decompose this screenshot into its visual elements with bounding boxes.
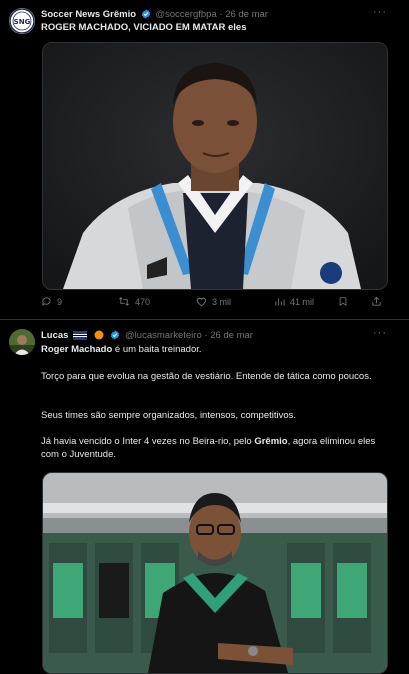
handle[interactable]: @lucasmarketeiro	[125, 330, 202, 341]
display-name[interactable]: Lucas	[41, 330, 68, 341]
view-count: 41 mil	[290, 296, 315, 307]
tweet-text: ROGER MACHADO, VICIADO EM MATAR eles	[41, 22, 247, 33]
retweet-icon	[119, 297, 129, 306]
reply-icon	[42, 297, 51, 306]
mention-roger-machado: Roger Machado	[41, 344, 113, 355]
retweet-count: 470	[135, 296, 151, 307]
retweet-button[interactable]: 470	[118, 296, 150, 307]
verified-badge-icon	[110, 330, 120, 344]
heart-icon	[196, 297, 207, 307]
separator: ·	[204, 330, 208, 341]
share-icon	[372, 296, 381, 306]
bookmark-icon	[339, 297, 347, 307]
reply-count: 9	[57, 296, 63, 307]
avatar-photo	[9, 329, 35, 355]
tweet-soccer-news-gremio[interactable]: SNG Soccer News Grêmio @soccergfbpa · 26…	[0, 0, 409, 320]
orange-circle-icon	[94, 330, 104, 344]
tweet-photo[interactable]	[42, 472, 388, 674]
avatar[interactable]	[9, 329, 35, 355]
like-button[interactable]: 3 mil	[196, 296, 231, 307]
handle[interactable]: @soccergfbpa	[155, 9, 216, 20]
avatar[interactable]: SNG	[9, 8, 35, 34]
svg-text:SNG: SNG	[14, 18, 31, 26]
tweet-text-para3: Seus times são sempre organizados, inten…	[41, 410, 297, 421]
tweet-header: Lucas @lucasmarketeiro · 26 de mar	[41, 329, 253, 344]
timestamp[interactable]: 26 de mar	[225, 9, 268, 20]
display-name[interactable]: Soccer News Grêmio	[41, 9, 136, 20]
photo-coach-portrait	[43, 43, 387, 289]
photo-locker-room	[43, 473, 387, 673]
tweet-text-para2: Torço para que evolua na gestão de vesti…	[41, 371, 372, 382]
bold-gremio: Grêmio	[254, 436, 288, 447]
tweet-text-para4: Já havia vencido o Inter 4 vezes no Beir…	[41, 435, 389, 461]
tweet-text-line1: Roger Machado é um baita treinador.	[41, 343, 389, 356]
action-bar: 9 470 3 mil 41 mil	[41, 296, 389, 312]
views-icon	[275, 298, 285, 306]
text-fragment: é um baita treinador.	[112, 344, 202, 355]
text-fragment: Já havia vencido o Inter 4 vezes no Beir…	[41, 436, 255, 447]
more-options-icon[interactable]: ···	[373, 6, 387, 18]
timestamp[interactable]: 26 de mar	[210, 330, 253, 341]
separator: ·	[219, 9, 223, 20]
reply-button[interactable]: 9	[41, 296, 62, 307]
sng-logo: SNG	[9, 8, 35, 34]
tweet-lucas[interactable]: Lucas @lucasmarketeiro · 26 de mar ··· R…	[0, 321, 409, 674]
views-button[interactable]: 41 mil	[274, 296, 314, 307]
share-button[interactable]	[371, 296, 382, 307]
tweet-photo[interactable]	[42, 42, 388, 290]
bookmark-button[interactable]	[338, 296, 348, 307]
like-count: 3 mil	[212, 296, 232, 307]
more-options-icon[interactable]: ···	[373, 327, 387, 339]
